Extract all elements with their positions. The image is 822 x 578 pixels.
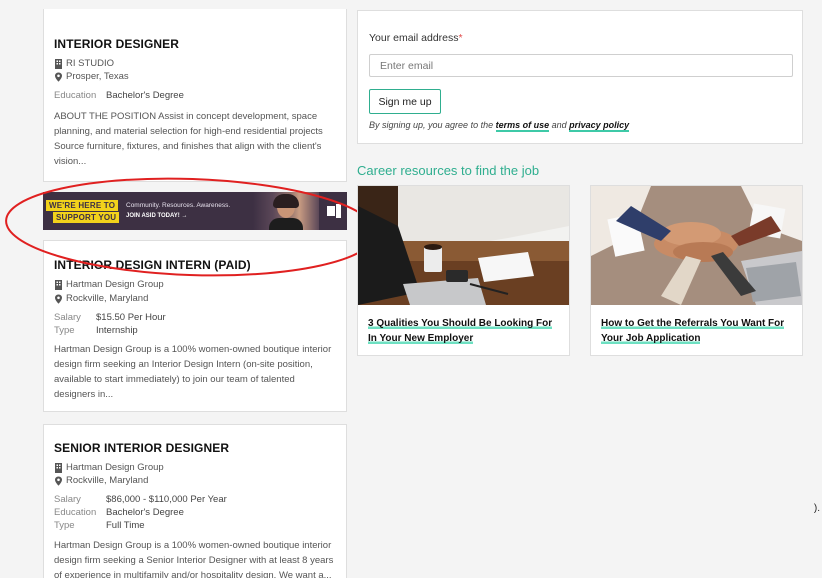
stray-text: ). [813,503,820,514]
job-card[interactable]: SENIOR INTERIOR DESIGNER Hartman Design … [43,424,347,578]
map-pin-icon [55,72,62,82]
email-label: Your email address* [369,32,463,44]
required-mark: * [458,32,463,44]
field-value: $15.50 Per Hour [96,312,166,323]
job-description: Hartman Design Group is a 100% women-own… [54,344,332,400]
disclaimer-prefix: By signing up, you agree to the [369,120,496,130]
field-key: Type [54,520,75,531]
article-title[interactable]: How to Get the Referrals You Want For Yo… [591,305,802,346]
field-key: Type [54,325,75,336]
company-name: RI STUDIO [66,58,115,69]
article-title[interactable]: 3 Qualities You Should Be Looking For In… [358,305,569,346]
field-key: Salary [54,494,81,505]
field-value: Internship [96,325,138,336]
map-pin-icon [55,476,62,486]
email-input[interactable] [369,54,793,77]
field-value: Bachelor's Degree [106,90,184,101]
red-annotation-ellipse [5,177,377,277]
company-name: Hartman Design Group [66,462,164,473]
field-value: Full Time [106,520,145,531]
job-company: Hartman Design Group [54,462,336,474]
job-title[interactable]: SENIOR INTERIOR DESIGNER [54,441,336,455]
job-description: ABOUT THE POSITION Assist in concept dev… [54,111,323,167]
job-location: Prosper, Texas [54,71,336,83]
sign-me-up-button[interactable]: Sign me up [369,89,441,114]
article-card[interactable]: How to Get the Referrals You Want For Yo… [590,185,803,356]
terms-of-use-link[interactable]: terms of use [495,120,550,132]
job-field: Education Bachelor's Degree [54,90,336,102]
career-resources-heading: Career resources to find the job [357,163,540,178]
location-name: Rockville, Maryland [66,475,149,486]
field-key: Education [54,90,97,101]
article-title-text[interactable]: 3 Qualities You Should Be Looking For In… [368,318,553,344]
desk-coffee-laptop-photo [358,186,569,305]
team-hands-stack-photo [591,186,802,305]
job-field: Salary $86,000 - $110,000 Per Year [54,494,336,506]
disclaimer-and: and [549,120,570,130]
privacy-policy-link[interactable]: privacy policy [569,120,630,132]
building-icon [55,463,62,473]
field-key: Education [54,507,97,518]
job-field: Education Bachelor's Degree [54,507,336,519]
job-field: Salary $15.50 Per Hour [54,312,336,324]
field-value: Bachelor's Degree [106,507,184,518]
job-field: Type Internship [54,325,336,337]
job-description: Hartman Design Group is a 100% women-own… [54,540,334,578]
job-card[interactable]: INTERIOR DESIGNER RI STUDIO Prosper, Tex… [43,9,347,182]
location-name: Prosper, Texas [66,71,129,82]
job-title[interactable]: INTERIOR DESIGNER [54,37,336,51]
field-key: Salary [54,312,81,323]
signup-disclaimer: By signing up, you agree to the terms of… [369,120,630,132]
newsletter-signup-box: Your email address* Sign me up By signin… [357,10,803,144]
article-card[interactable]: 3 Qualities You Should Be Looking For In… [357,185,570,356]
job-field: Type Full Time [54,520,336,532]
map-pin-icon [55,294,62,304]
email-label-text: Your email address [369,32,459,44]
article-title-text[interactable]: How to Get the Referrals You Want For Yo… [601,318,785,344]
building-icon [55,59,62,69]
job-company: RI STUDIO [54,58,336,70]
job-location: Rockville, Maryland [54,475,336,487]
field-value: $86,000 - $110,000 Per Year [106,494,227,505]
